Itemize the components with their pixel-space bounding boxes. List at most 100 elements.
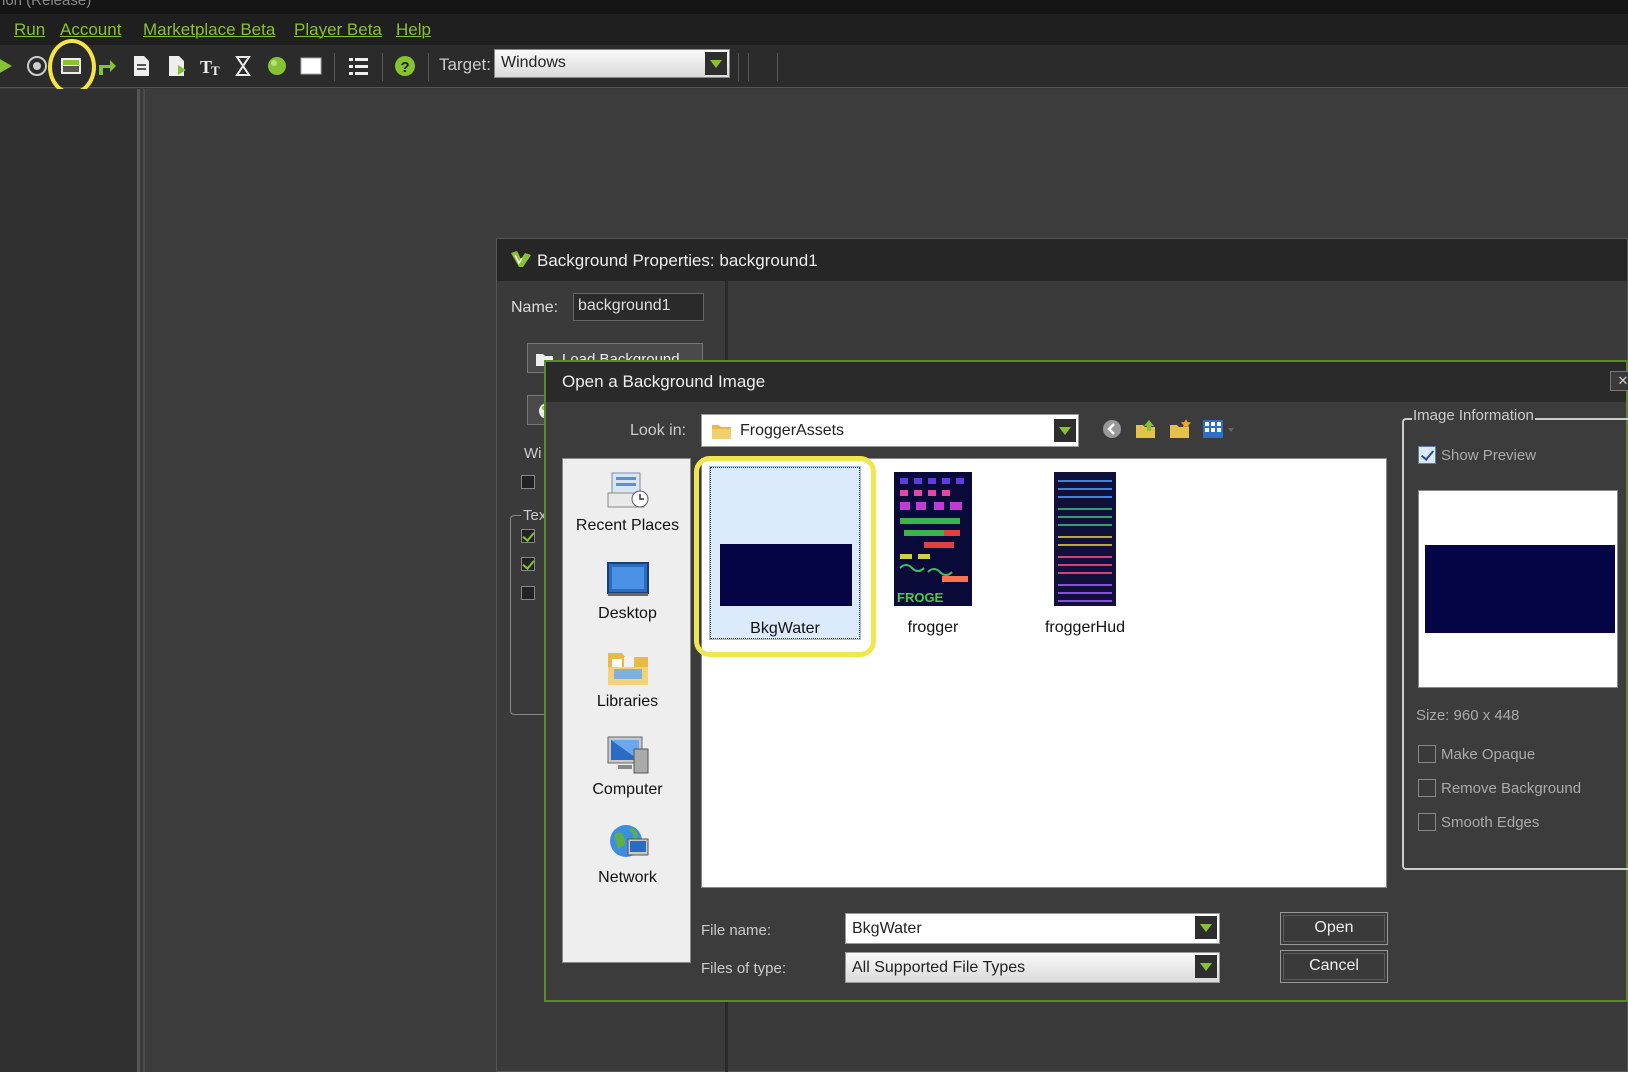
texture-option-checkbox[interactable] xyxy=(521,586,535,600)
name-label: Name: xyxy=(511,299,559,316)
background-properties-title: Background Properties: background1 xyxy=(537,251,818,270)
chevron-down-icon[interactable] xyxy=(1195,955,1217,978)
menu-marketplace-beta[interactable]: Marketplace Beta xyxy=(143,20,275,40)
toolbar-separator xyxy=(738,53,739,81)
svg-text:FROGE: FROGE xyxy=(897,590,944,605)
target-value: Windows xyxy=(501,54,566,71)
filename-label: File name: xyxy=(701,922,772,939)
width-label: Wi xyxy=(524,445,542,462)
show-preview-checkbox[interactable] xyxy=(1418,446,1436,464)
recent-places-icon xyxy=(607,472,648,508)
filename-value: BkgWater xyxy=(852,920,922,937)
smooth-edges-label: Smooth Edges xyxy=(1441,814,1540,831)
place-libraries[interactable]: Libraries xyxy=(563,645,692,711)
frogger-thumbnail: FROGE xyxy=(894,472,972,606)
open-dialog-titlebar[interactable]: Open a Background Image ✕ xyxy=(546,362,1628,402)
toolbar-separator xyxy=(777,53,778,81)
file-name: froggerHud xyxy=(1044,619,1126,636)
filetype-value: All Supported File Types xyxy=(852,959,1026,976)
highlight-circle xyxy=(48,39,96,95)
help-icon[interactable]: ? xyxy=(392,53,418,79)
close-button[interactable]: ✕ xyxy=(1610,371,1628,391)
make-opaque-checkbox[interactable] xyxy=(1418,745,1436,763)
file-name: frogger xyxy=(907,619,959,636)
view-menu-icon[interactable] xyxy=(1200,416,1234,442)
menu-bar: Run Account Marketplace Beta Player Beta… xyxy=(0,14,1628,45)
preview-image xyxy=(1425,545,1615,633)
show-preview-label: Show Preview xyxy=(1441,447,1537,464)
create-shader-icon[interactable] xyxy=(164,53,190,79)
remove-background-checkbox[interactable] xyxy=(1418,779,1436,797)
filename-input[interactable]: BkgWater xyxy=(845,913,1220,944)
highlight-box xyxy=(694,456,876,657)
place-recent-places[interactable]: Recent Places xyxy=(563,469,692,535)
place-network[interactable]: Network xyxy=(563,821,692,887)
create-timeline-icon[interactable] xyxy=(230,53,256,79)
toolbar: TT ? Target: Windows xyxy=(0,45,1628,88)
create-font-icon[interactable]: TT xyxy=(198,53,224,79)
image-size-label: Size: 960 x 448 xyxy=(1416,707,1520,724)
lookin-select[interactable]: FroggerAssets xyxy=(701,414,1079,447)
background-properties-titlebar[interactable]: Background Properties: background1 xyxy=(497,239,1627,281)
chevron-down-icon[interactable] xyxy=(1054,419,1076,442)
chevron-down-icon[interactable] xyxy=(705,52,727,75)
desktop-icon xyxy=(606,562,649,596)
folder-icon xyxy=(712,425,731,439)
target-select[interactable]: Windows xyxy=(494,49,730,78)
places-bar: Recent Places Desktop Libraries Computer xyxy=(562,458,691,963)
texture-option-checkbox[interactable] xyxy=(521,529,535,543)
place-label: Libraries xyxy=(596,693,659,710)
create-room-icon[interactable] xyxy=(298,53,324,79)
open-background-dialog: Open a Background Image ✕ Look in: Frogg… xyxy=(544,360,1628,1002)
menu-player-beta[interactable]: Player Beta xyxy=(294,20,382,40)
make-opaque-label: Make Opaque xyxy=(1441,746,1536,763)
computer-icon xyxy=(607,736,648,774)
menu-run[interactable]: Run xyxy=(14,20,45,40)
toolbar-separator xyxy=(382,53,383,81)
back-icon[interactable] xyxy=(1099,416,1125,442)
image-information-label: Image Information xyxy=(1412,407,1535,424)
file-item-frogger[interactable]: FROGE frogger xyxy=(858,467,1008,637)
tile-checkbox[interactable] xyxy=(521,475,535,489)
toolbar-separator xyxy=(748,53,749,81)
resource-tree-panel[interactable] xyxy=(0,89,140,1072)
new-folder-icon[interactable] xyxy=(1167,416,1193,442)
up-folder-icon[interactable] xyxy=(1133,416,1159,442)
game-settings-icon[interactable] xyxy=(345,53,371,79)
place-label: Computer xyxy=(592,781,663,798)
debug-icon[interactable] xyxy=(24,53,50,79)
open-button[interactable]: Open xyxy=(1280,912,1388,945)
create-script-icon[interactable] xyxy=(128,53,154,79)
open-dialog-title: Open a Background Image xyxy=(562,372,766,391)
place-computer[interactable]: Computer xyxy=(563,733,692,799)
place-label: Recent Places xyxy=(575,517,680,534)
place-label: Network xyxy=(598,869,657,886)
chevron-down-icon[interactable] xyxy=(1195,916,1217,939)
lookin-value: FroggerAssets xyxy=(740,422,845,439)
place-label: Desktop xyxy=(598,605,657,622)
remove-background-label: Remove Background xyxy=(1441,780,1582,797)
target-label: Target: xyxy=(439,55,491,74)
menu-account[interactable]: Account xyxy=(60,20,121,40)
texture-option-checkbox[interactable] xyxy=(521,557,535,571)
network-icon xyxy=(609,825,648,857)
create-object-icon[interactable] xyxy=(264,53,290,79)
place-desktop[interactable]: Desktop xyxy=(563,557,692,623)
image-preview xyxy=(1418,490,1618,688)
froggerhud-thumbnail xyxy=(1054,472,1116,606)
menu-help[interactable]: Help xyxy=(396,20,431,40)
create-path-icon[interactable] xyxy=(94,53,120,79)
filetype-label: Files of type: xyxy=(701,960,787,977)
gamemaker-logo-icon xyxy=(511,251,531,267)
run-icon[interactable] xyxy=(0,53,18,79)
cancel-button[interactable]: Cancel xyxy=(1280,950,1388,983)
toolbar-separator xyxy=(428,53,429,81)
toolbar-separator xyxy=(334,53,335,81)
lookin-label: Look in: xyxy=(630,422,687,439)
libraries-icon xyxy=(607,653,648,685)
file-item-froggerhud[interactable]: froggerHud xyxy=(1010,467,1160,637)
window-titlebar: ion (Release) xyxy=(0,0,1628,14)
name-input[interactable]: background1 xyxy=(573,293,704,321)
smooth-edges-checkbox[interactable] xyxy=(1418,813,1436,831)
filetype-select[interactable]: All Supported File Types xyxy=(845,952,1220,983)
